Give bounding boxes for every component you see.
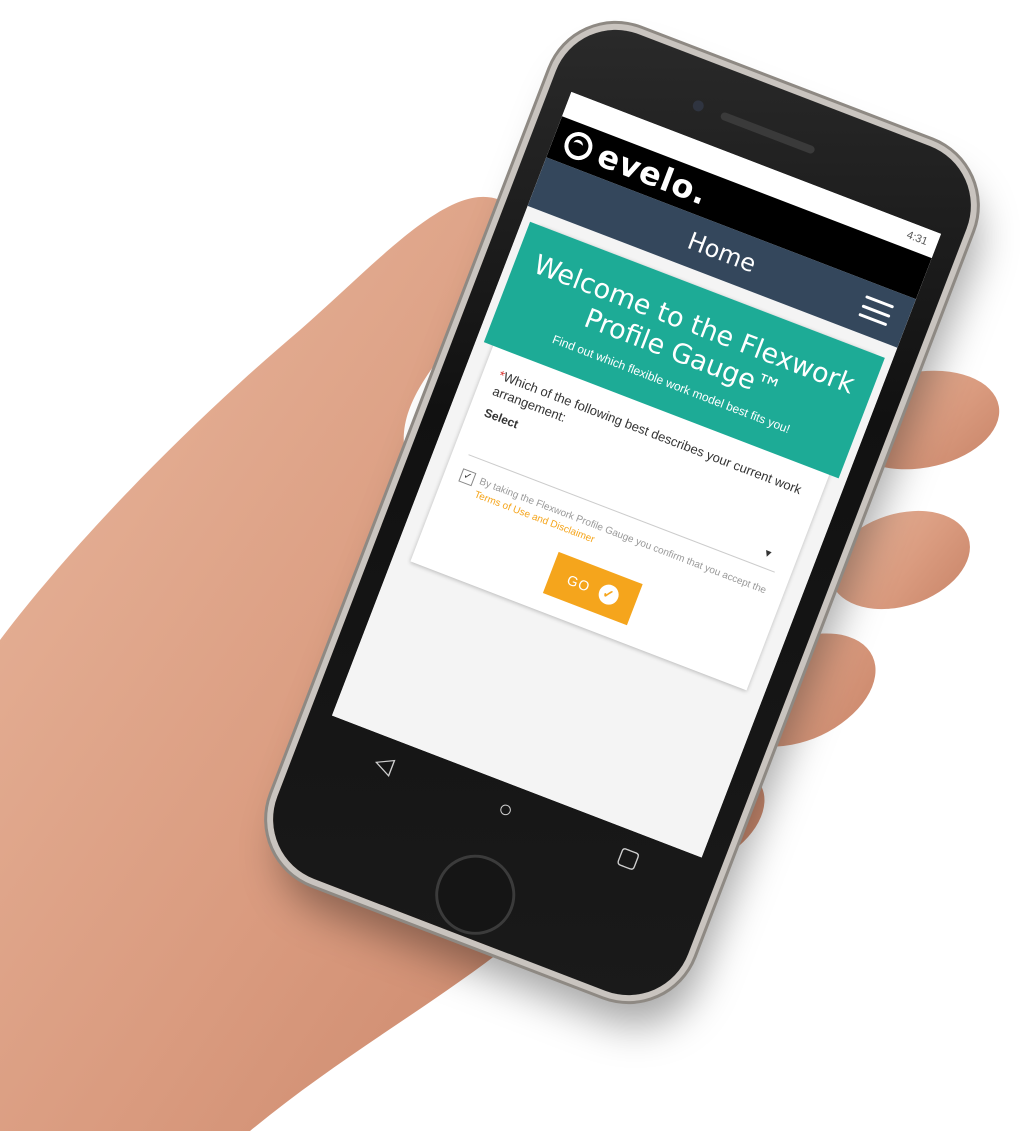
status-time: 4:31 [904,229,930,248]
recents-icon[interactable]: ▢ [613,840,645,875]
speaker-grille [719,111,816,155]
back-icon[interactable]: ◁ [370,747,398,781]
home-circle-icon[interactable]: ○ [494,794,517,825]
terms-checkbox[interactable]: ✓ [458,468,477,487]
hamburger-menu-icon[interactable] [858,295,895,327]
go-label: GO [564,571,593,595]
check-icon: ✓ [595,581,622,608]
scene: 4:31 evelo. Home Welcome to the Flexwork… [0,0,1029,1131]
chevron-down-icon: ▾ [762,545,774,561]
go-button[interactable]: GO ✓ [542,551,643,626]
front-camera [691,98,706,113]
evelo-logo-icon [560,127,597,165]
